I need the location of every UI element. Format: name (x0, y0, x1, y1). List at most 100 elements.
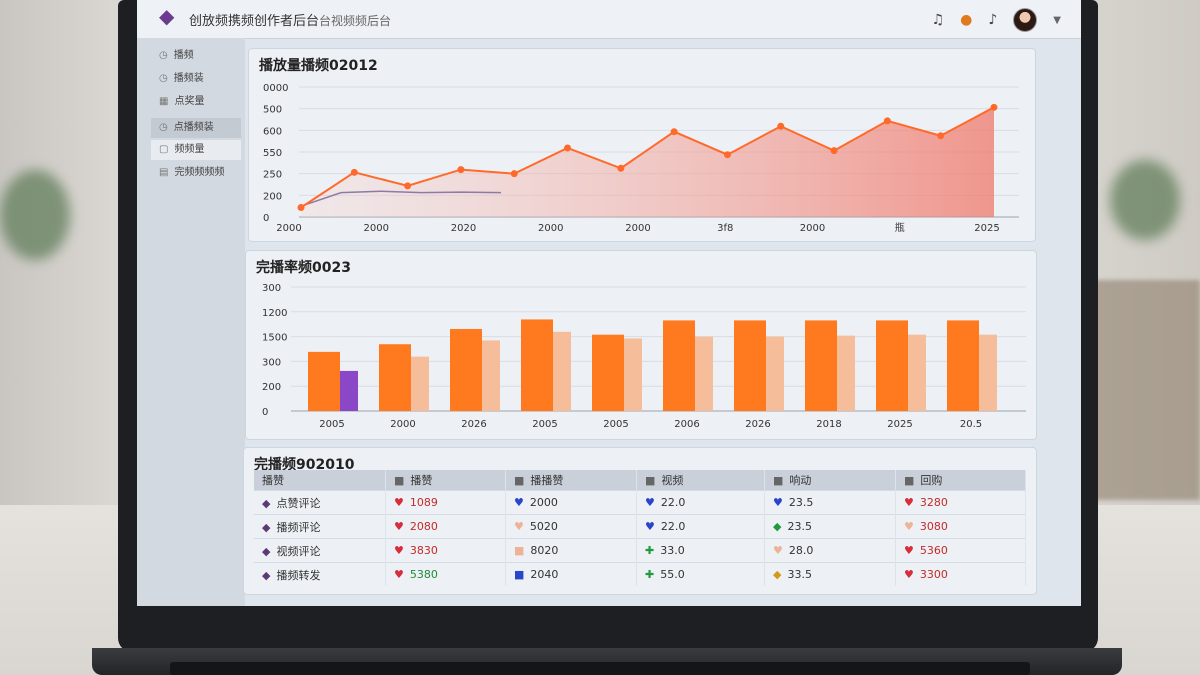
table-cell: ♥ 5380 (385, 562, 506, 586)
data-point (883, 117, 891, 125)
bell-icon[interactable]: ♫ (932, 12, 945, 28)
user-icon[interactable]: ● (960, 12, 972, 28)
square-icon: ■ (904, 474, 915, 487)
table-cell: ✚ 55.0 (636, 562, 765, 586)
sidebar-item-label: 完频频频频 (174, 167, 225, 178)
photo-scene: ◆ 创放频携频创作者后台台视频频后台 ♫ ● ♪ ▼ ◷ 播频 ◷ 播频装 ▦ 点奖量… (0, 0, 1200, 675)
square-icon: ■ (645, 474, 656, 487)
avatar[interactable] (1013, 8, 1038, 32)
sidebar-item[interactable]: ▦ 点奖量 (151, 92, 241, 112)
data-point (297, 204, 305, 212)
heart-icon: ♥ (394, 544, 404, 557)
row-label: 点赞评论 (276, 496, 321, 510)
background-plant (1110, 160, 1180, 240)
table-row[interactable]: ◆ 播频转发 ♥ 5380 ■ 2040 ✚ 55.0 ◆ 33.5 ♥ 3300 (254, 562, 1026, 586)
eggplant-icon: ◆ (159, 4, 175, 28)
sidebar-item-active[interactable]: ▢ 频频量 (151, 140, 241, 160)
bar-secondary (837, 335, 855, 411)
table-cell: ♥ 3300 (895, 562, 1026, 586)
bar-secondary (482, 340, 500, 411)
sidebar-item[interactable]: ◷ 点播频装 (151, 118, 241, 138)
table-cell: ♥ 28.0 (764, 538, 896, 563)
x-tick-label: 2018 (816, 419, 841, 430)
area-fill (301, 107, 994, 217)
table-cell: ♥ 22.0 (636, 514, 765, 539)
sidebar-item-label: 播频装 (173, 73, 204, 84)
row-label: 视频评论 (276, 544, 321, 558)
bar-primary (308, 351, 340, 411)
eggplant-icon: ◆ (262, 568, 271, 582)
sidebar-item[interactable]: ▤ 完频频频频 (151, 163, 241, 183)
gold-shield-icon: ◆ (773, 568, 782, 581)
heart-icon: ♥ (904, 568, 914, 581)
x-tick-label: 2005 (532, 419, 557, 430)
table-header-label: 播播赞 (530, 474, 564, 487)
table-cell: ♥ 3280 (895, 490, 1026, 515)
clock-icon: ◷ (159, 73, 168, 84)
data-point (564, 144, 572, 152)
y-tick-label: 200 (263, 191, 282, 202)
sidebar: ◷ 播频 ◷ 播频装 ▦ 点奖量 ◷ 点播频装 ▢ 频频量 ▤ 完频频频频 (137, 38, 245, 606)
x-tick-label: 2000 (538, 223, 563, 234)
cell-value: 33.0 (660, 544, 685, 557)
x-tick-label: 2000 (276, 223, 301, 234)
table-header-label: 视频 (661, 474, 684, 487)
chevron-down-icon[interactable]: ▼ (1053, 15, 1061, 26)
x-tick-label: 2005 (319, 419, 344, 430)
cell-value: 3300 (919, 568, 948, 581)
cell-value: 22.0 (660, 496, 686, 509)
table-cell: ◆ 33.5 (764, 562, 896, 586)
views-chart-card: 播放量播频02012 0000 500 600 550 250 200 0 2000 2000 2… (248, 48, 1036, 242)
bar-secondary (908, 334, 926, 411)
x-tick-label: 2000 (390, 419, 415, 430)
views-area-chart: 000050060055025020002000 2000 2020 2000 2000… (263, 83, 1019, 234)
cell-value: 2000 (529, 496, 558, 509)
app-title-text: 创放频携频创作者后台 (189, 14, 320, 29)
app-subtitle: 台视频频后台 (319, 14, 392, 28)
y-tick-label: 0000 (263, 83, 288, 94)
data-point (670, 128, 678, 136)
sidebar-item[interactable]: ◷ 播频 (151, 46, 241, 66)
peach-heart-icon: ♥ (773, 544, 783, 557)
x-tick-label: 2026 (745, 419, 770, 430)
bar-primary (663, 320, 695, 411)
data-point (830, 147, 838, 155)
table-header: ■ 播播赞 (505, 470, 637, 491)
table-header: ■ 视频 (636, 470, 765, 491)
bar-primary (876, 320, 908, 411)
bar-primary (592, 334, 624, 411)
table-row[interactable]: ◆ 播频评论 ♥ 2080 ♥ 5020 ♥ 22.0 ◆ 23.5 ♥ 3080 (254, 514, 1026, 539)
bar-primary (947, 320, 979, 411)
y-tick-label: 500 (263, 105, 282, 116)
peach-heart-icon: ♥ (514, 520, 524, 533)
heart-icon: ♥ (904, 496, 914, 509)
row-label: 播频转发 (276, 568, 321, 582)
square-icon: ■ (773, 474, 784, 487)
data-point (510, 170, 518, 178)
data-point (723, 151, 731, 159)
heart-icon: ♥ (394, 496, 404, 509)
sidebar-item-label: 点奖量 (174, 96, 205, 107)
notification-icon[interactable]: ♪ (988, 12, 997, 28)
data-point (457, 166, 465, 174)
top-icons: ♫ ● ♪ ▼ (932, 8, 1061, 32)
table-header-label: 播赞 (410, 474, 433, 487)
sidebar-item-label: 频频量 (174, 144, 205, 155)
table-cell: ✚ 33.0 (636, 538, 765, 563)
table-row[interactable]: ◆ 视频评论 ♥ 3830 ■ 8020 ✚ 33.0 ♥ 28.0 ♥ 5360 (254, 538, 1026, 563)
cell-value: 23.5 (788, 496, 814, 509)
heart-icon: ♥ (394, 520, 404, 533)
x-tick-label: 2000 (800, 223, 825, 234)
table-header: ■ 播赞 (385, 470, 506, 491)
heart-icon: ♥ (394, 568, 404, 581)
x-tick-label: 2000 (625, 223, 650, 234)
x-tick-label: 2025 (974, 223, 999, 234)
x-tick-label: 20.5 (960, 419, 982, 430)
table-cell: ♥ 23.5 (764, 490, 896, 515)
table-row[interactable]: ◆ 点赞评论 ♥ 1089 ♥ 2000 ♥ 22.0 ♥ 23.5 ♥ 3280 (254, 490, 1026, 515)
table-cell: ◆ 23.5 (764, 514, 896, 539)
eggplant-icon: ◆ (262, 496, 271, 510)
clock-icon: ◷ (159, 50, 168, 61)
sidebar-item-label: 点播频装 (173, 122, 214, 133)
sidebar-item[interactable]: ◷ 播频装 (151, 69, 241, 89)
